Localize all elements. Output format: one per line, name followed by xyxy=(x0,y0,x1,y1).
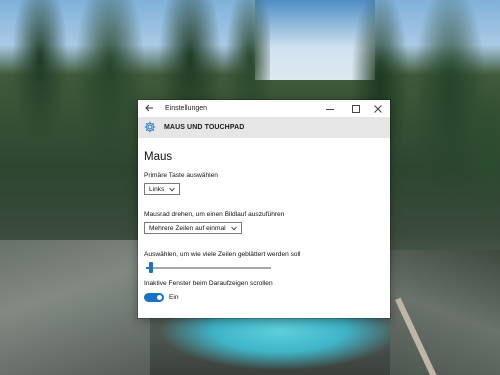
page-title: Maus xyxy=(144,151,173,163)
maximize-icon xyxy=(352,105,360,113)
chevron-down-icon xyxy=(169,187,175,192)
title-bar: Einstellungen xyxy=(138,100,390,117)
settings-content: Maus Primäre Taste auswählen Links Mausr… xyxy=(138,138,390,318)
window-title: Einstellungen xyxy=(165,105,208,112)
wheel-scroll-label: Mausrad drehen, um einen Bildlauf auszuf… xyxy=(144,211,285,218)
wheel-scroll-dropdown[interactable]: Mehrere Zeilen auf einmal xyxy=(144,222,242,234)
close-button[interactable] xyxy=(366,100,390,117)
back-button[interactable] xyxy=(144,103,154,113)
toggle-knob xyxy=(157,295,162,300)
back-arrow-icon xyxy=(145,104,153,112)
lines-per-scroll-label: Auswählen, um wie viele Zeilen geblätter… xyxy=(144,251,301,258)
close-icon xyxy=(374,105,382,113)
gear-icon xyxy=(144,121,156,133)
lines-slider-thumb[interactable] xyxy=(149,262,153,273)
primary-button-label: Primäre Taste auswählen xyxy=(144,172,218,179)
wheel-scroll-value: Mehrere Zeilen auf einmal xyxy=(149,225,226,232)
section-title: MAUS UND TOUCHPAD xyxy=(164,124,245,131)
maximize-button[interactable] xyxy=(344,100,368,117)
lines-slider-track[interactable] xyxy=(146,267,271,269)
wallpaper-rocks-left xyxy=(0,240,150,375)
primary-button-dropdown[interactable]: Links xyxy=(144,183,180,195)
chevron-down-icon xyxy=(231,226,237,231)
primary-button-value: Links xyxy=(149,186,165,193)
minimize-icon xyxy=(326,109,334,110)
inactive-scroll-toggle[interactable] xyxy=(144,293,164,302)
inactive-scroll-label: Inaktive Fenster beim Darauf­zeigen scro… xyxy=(144,280,273,287)
settings-window: Einstellungen MAUS UND TOUCHPAD Maus Pri… xyxy=(138,100,390,318)
section-header: MAUS UND TOUCHPAD xyxy=(138,117,390,138)
inactive-scroll-state: Ein xyxy=(169,294,179,301)
minimize-button[interactable] xyxy=(318,100,342,117)
